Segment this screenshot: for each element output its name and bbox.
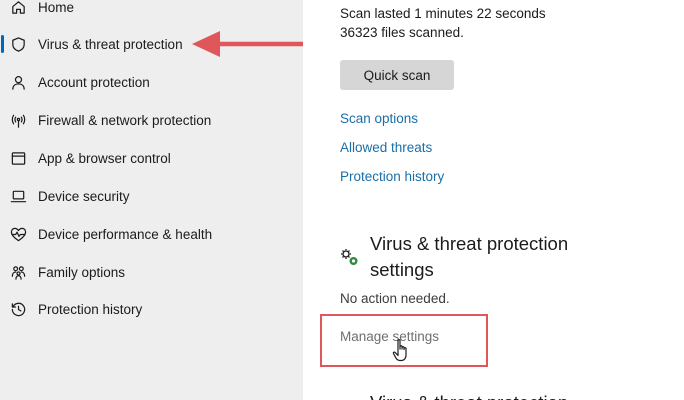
sidebar-item-device-security[interactable]: Device security xyxy=(0,178,303,214)
next-section-title: Virus & threat protection xyxy=(370,392,568,400)
sidebar-item-label: Firewall & network protection xyxy=(38,112,212,128)
sidebar-item-protection-history[interactable]: Protection history xyxy=(0,291,303,327)
settings-status-text: No action needed. xyxy=(340,291,450,306)
files-scanned-text: 36323 files scanned. xyxy=(340,25,464,40)
sidebar-item-device-performance[interactable]: Device performance & health xyxy=(0,216,303,252)
home-icon xyxy=(9,0,27,16)
shield-icon xyxy=(9,35,27,53)
sidebar-item-label: Virus & threat protection xyxy=(38,36,183,52)
hand-cursor-icon xyxy=(392,338,412,369)
sidebar-item-label: Protection history xyxy=(38,301,143,317)
sidebar-item-family-options[interactable]: Family options xyxy=(0,254,303,290)
sidebar-item-label: App & browser control xyxy=(38,150,171,166)
wifi-antenna-icon xyxy=(9,111,27,129)
active-indicator xyxy=(1,35,4,53)
app-window-icon xyxy=(9,149,27,167)
person-icon xyxy=(9,73,27,91)
next-section-title-clip: Virus & threat protection xyxy=(340,390,684,400)
sidebar-item-label: Device performance & health xyxy=(38,226,213,242)
protection-history-link[interactable]: Protection history xyxy=(340,169,444,184)
sidebar-item-label: Account protection xyxy=(38,74,150,90)
sidebar-item-account-protection[interactable]: Account protection xyxy=(0,64,303,100)
red-arrow-annotation xyxy=(190,26,316,67)
settings-gears-icon xyxy=(339,247,361,274)
sidebar-item-label: Family options xyxy=(38,264,126,280)
settings-section-title: Virus & threat protection xyxy=(370,233,569,254)
allowed-threats-link[interactable]: Allowed threats xyxy=(340,140,432,155)
family-icon xyxy=(9,263,27,281)
laptop-icon xyxy=(9,187,27,205)
sidebar-item-app-browser-control[interactable]: App & browser control xyxy=(0,140,303,176)
sidebar-item-firewall[interactable]: Firewall & network protection xyxy=(0,102,303,138)
sidebar-item-home[interactable]: Home xyxy=(0,0,303,25)
manage-settings-link[interactable]: Manage settings xyxy=(340,329,439,344)
quick-scan-button[interactable]: Quick scan xyxy=(340,60,454,90)
sidebar-item-label: Device security xyxy=(38,188,130,204)
sidebar-item-label: Home xyxy=(38,0,75,15)
scan-options-link[interactable]: Scan options xyxy=(340,111,418,126)
heart-pulse-icon xyxy=(9,225,27,243)
history-icon xyxy=(9,300,27,318)
settings-section-title-line2: settings xyxy=(370,259,434,280)
scan-duration-text: Scan lasted 1 minutes 22 seconds xyxy=(340,6,546,21)
